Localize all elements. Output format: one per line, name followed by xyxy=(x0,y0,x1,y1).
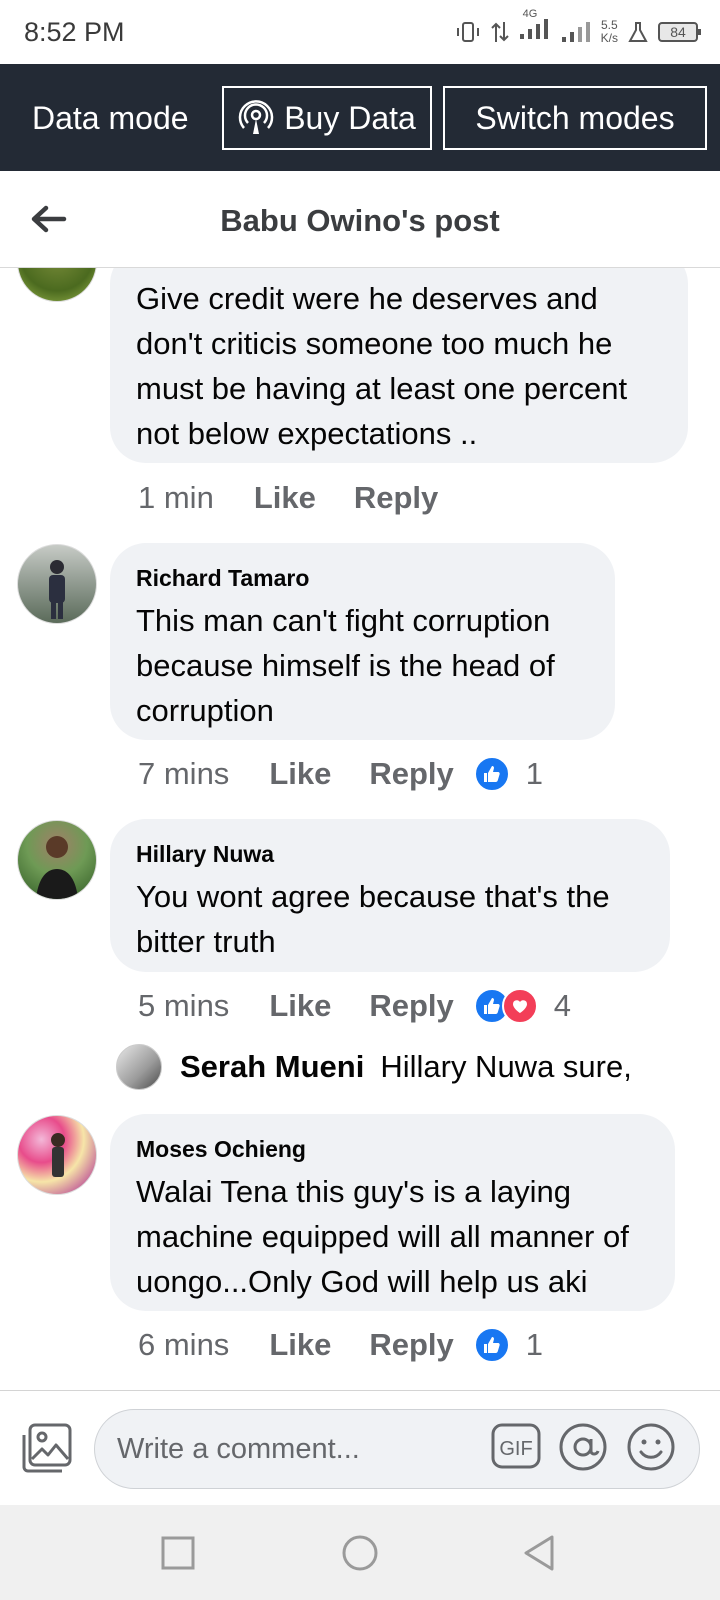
data-mode-bar: Data mode Buy Data Switch modes xyxy=(0,64,720,171)
comment-meta: 5 mins Like Reply 4 xyxy=(138,988,571,1024)
comment-time: 7 mins xyxy=(138,756,230,791)
signal-icon xyxy=(519,19,548,39)
battery-level: 84 xyxy=(670,24,686,40)
comment-text: You wont agree because that's the bitter… xyxy=(136,879,610,959)
network-type: 4G xyxy=(522,8,538,20)
signal-4g: 4G xyxy=(519,8,551,46)
reactions[interactable]: 4 xyxy=(473,988,572,1024)
battery-icon: 84 xyxy=(658,22,701,42)
reply-button[interactable]: Reply xyxy=(369,1327,453,1363)
signal-icon-2 xyxy=(561,22,590,42)
comment-time: 1 min xyxy=(138,480,214,515)
comment-bubble[interactable]: Hillary Nuwa You wont agree because that… xyxy=(110,819,670,972)
switch-modes-label: Switch modes xyxy=(475,99,675,136)
comment-bubble[interactable]: Give credit were he deserves and don't c… xyxy=(110,268,688,463)
thumbs-up-icon xyxy=(473,756,510,792)
comment-composer: Write a comment... GIF xyxy=(0,1390,720,1506)
person-silhouette-icon xyxy=(49,560,65,619)
comment-text: Give credit were he deserves and don't c… xyxy=(136,281,628,451)
emoji-icon[interactable] xyxy=(625,1421,677,1473)
gif-icon[interactable]: GIF xyxy=(491,1423,541,1469)
comment-author[interactable]: Moses Ochieng xyxy=(136,1136,649,1163)
reaction-count: 4 xyxy=(553,988,572,1023)
at-icon[interactable] xyxy=(557,1421,609,1473)
comment-bubble[interactable]: Richard Tamaro This man can't fight corr… xyxy=(110,543,615,740)
comment-meta: 1 min Like Reply xyxy=(138,480,476,516)
reply-text: Hillary Nuwa sure, xyxy=(380,1049,632,1084)
comment-text: This man can't fight corruption because … xyxy=(136,603,555,728)
reactions[interactable]: 1 xyxy=(473,756,544,792)
photo-icon[interactable] xyxy=(20,1421,74,1475)
reaction-count: 1 xyxy=(525,756,544,791)
page-title: Babu Owino's post xyxy=(220,203,500,238)
gif-label: GIF xyxy=(499,1438,532,1460)
reply-button[interactable]: Reply xyxy=(354,480,438,516)
speed-unit: K/s xyxy=(600,31,618,45)
comments-list[interactable]: Give credit were he deserves and don't c… xyxy=(0,268,720,1390)
recent-apps-icon[interactable] xyxy=(158,1533,198,1573)
vibrate-icon xyxy=(456,22,479,42)
reaction-count: 1 xyxy=(525,1327,544,1362)
avatar[interactable] xyxy=(17,1115,97,1195)
broadcast-icon xyxy=(238,100,274,134)
avatar[interactable] xyxy=(17,820,97,900)
status-icons: 4G 5.5 K/s 84 xyxy=(455,8,701,50)
comment-text: Walai Tena this guy's is a laying machin… xyxy=(136,1174,629,1299)
like-button[interactable]: Like xyxy=(269,1327,331,1363)
comment-meta: 6 mins Like Reply 1 xyxy=(138,1327,543,1363)
comment-input[interactable]: Write a comment... GIF xyxy=(94,1409,700,1489)
thumbs-up-icon xyxy=(473,1327,510,1363)
like-button[interactable]: Like xyxy=(269,988,331,1024)
flask-icon xyxy=(628,22,648,42)
avatar[interactable] xyxy=(17,268,97,302)
avatar[interactable] xyxy=(17,544,97,624)
comment-bubble[interactable]: Moses Ochieng Walai Tena this guy's is a… xyxy=(110,1114,675,1311)
status-bar: 8:52 PM 4G 5.5 K/s 84 xyxy=(0,0,720,64)
switch-modes-button[interactable]: Switch modes xyxy=(443,86,707,150)
status-time: 8:52 PM xyxy=(24,17,125,47)
avatar[interactable] xyxy=(116,1044,162,1090)
comment-meta: 7 mins Like Reply 1 xyxy=(138,756,543,792)
person-silhouette-icon xyxy=(51,1133,65,1177)
reactions[interactable]: 1 xyxy=(473,1327,544,1363)
comment-placeholder: Write a comment... xyxy=(117,1433,360,1465)
system-nav-bar xyxy=(0,1505,720,1600)
post-header: Babu Owino's post xyxy=(0,171,720,268)
home-icon[interactable] xyxy=(340,1533,380,1573)
buy-data-button[interactable]: Buy Data xyxy=(222,86,432,150)
back-nav-icon[interactable] xyxy=(520,1533,560,1573)
reply-author[interactable]: Serah Mueni xyxy=(180,1049,364,1085)
data-mode-label: Data mode xyxy=(32,100,189,136)
person-silhouette-icon xyxy=(36,836,78,899)
comment-author[interactable]: Richard Tamaro xyxy=(136,565,589,592)
comment-time: 5 mins xyxy=(138,988,230,1023)
like-button[interactable]: Like xyxy=(269,756,331,792)
data-transfer-icon xyxy=(490,22,509,42)
buy-data-label: Buy Data xyxy=(284,99,416,136)
like-button[interactable]: Like xyxy=(254,480,316,516)
heart-icon xyxy=(501,988,538,1024)
reply-button[interactable]: Reply xyxy=(369,756,453,792)
network-speed: 5.5 K/s xyxy=(601,19,618,45)
comment-author[interactable]: Hillary Nuwa xyxy=(136,841,644,868)
reply-button[interactable]: Reply xyxy=(369,988,453,1024)
comment-time: 6 mins xyxy=(138,1327,230,1362)
reply-preview[interactable]: Serah Mueni Hillary Nuwa sure, xyxy=(116,1044,632,1090)
